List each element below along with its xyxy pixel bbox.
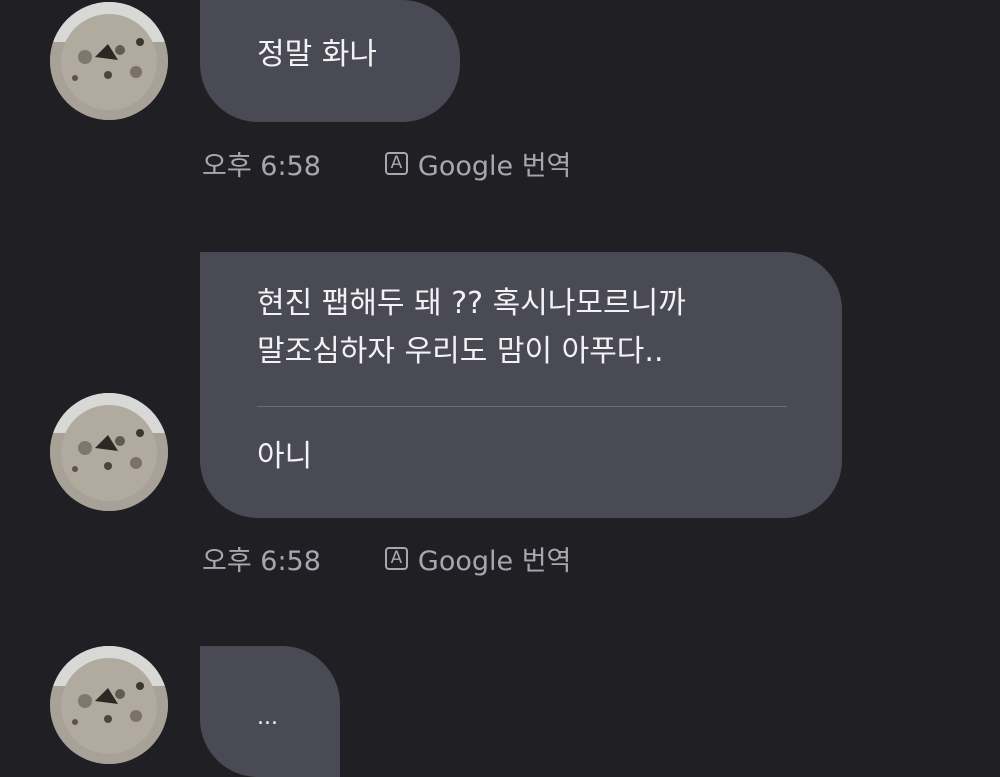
- message-bubble[interactable]: 정말 화나: [200, 0, 460, 122]
- avatar-image-icon: [50, 393, 168, 511]
- translate-icon[interactable]: A: [384, 151, 408, 175]
- reply-text: 아니: [257, 439, 313, 474]
- message-text-line: 현진 팹해두 돼 ?? 혹시나모르니까: [257, 286, 686, 321]
- translate-icon[interactable]: A: [384, 546, 408, 570]
- message-bubble[interactable]: ...: [200, 646, 340, 777]
- message-time: 오후 6:58: [202, 545, 321, 577]
- avatar[interactable]: [50, 393, 168, 511]
- translate-button[interactable]: Google 번역: [418, 539, 571, 578]
- avatar-image-icon: [50, 646, 168, 764]
- message-text-line: 말조심하자 우리도 맘이 아푸다..: [257, 334, 664, 369]
- message-meta: 오후 6:58 A Google 번역: [202, 147, 571, 182]
- translate-button[interactable]: Google 번역: [418, 144, 571, 183]
- message-text: ...: [257, 705, 278, 730]
- message-time: 오후 6:58: [202, 150, 321, 182]
- message-bubble[interactable]: 현진 팹해두 돼 ?? 혹시나모르니까 말조심하자 우리도 맘이 아푸다.. 아…: [200, 252, 842, 518]
- reply-divider: [257, 406, 787, 407]
- avatar[interactable]: [50, 646, 168, 764]
- avatar-image-icon: [50, 2, 168, 120]
- avatar[interactable]: [50, 2, 168, 120]
- message-text: 정말 화나: [257, 37, 377, 72]
- message-meta: 오후 6:58 A Google 번역: [202, 542, 571, 577]
